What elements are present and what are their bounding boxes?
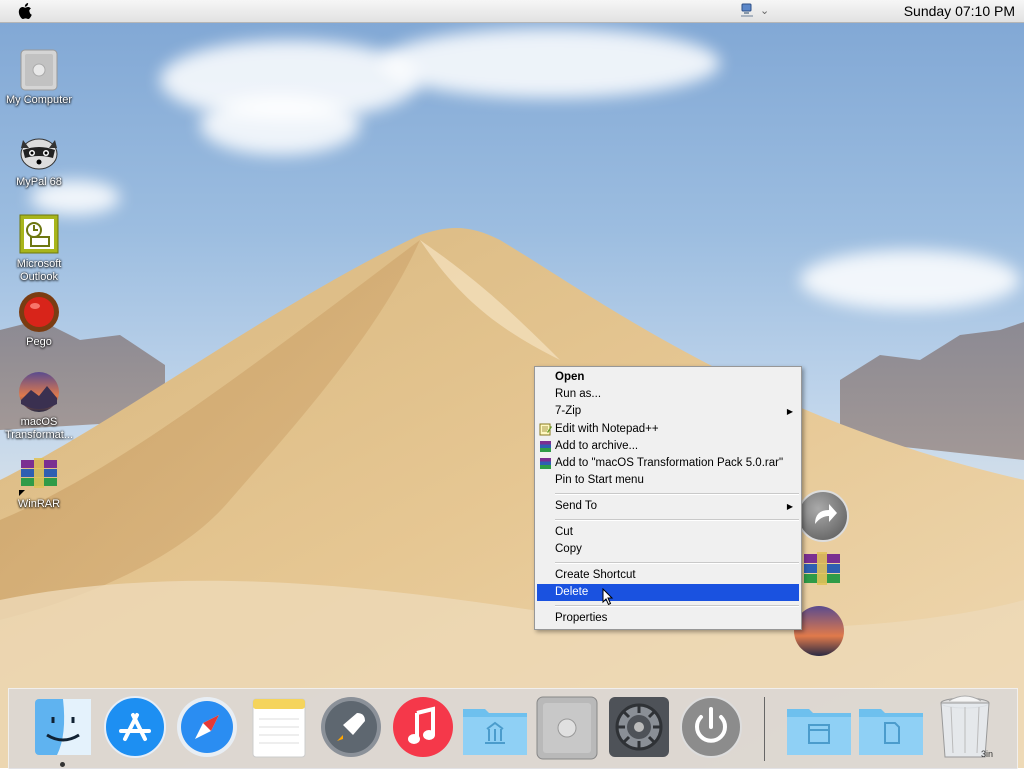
menu-separator	[555, 562, 799, 564]
safari-icon	[177, 697, 237, 757]
macos-icon	[17, 370, 61, 414]
dock-system-preferences[interactable]	[607, 695, 671, 761]
dock-applications-folder[interactable]	[461, 695, 527, 761]
applications-folder-icon	[463, 709, 527, 755]
menu-item-delete[interactable]: Delete	[537, 584, 799, 601]
dock-finder[interactable]	[31, 695, 95, 761]
winrar-icon	[17, 452, 61, 496]
dock-downloads-folder[interactable]	[857, 695, 923, 761]
menu-item-cut[interactable]: Cut	[537, 524, 799, 541]
menu-item-properties[interactable]: Properties	[537, 610, 799, 627]
dock-notes[interactable]	[247, 695, 311, 761]
menu-item-run-as[interactable]: Run as...	[537, 386, 799, 403]
computer-icon	[17, 48, 61, 92]
music-icon	[393, 697, 453, 757]
outlook-icon	[17, 212, 61, 256]
menu-item-copy[interactable]: Copy	[537, 541, 799, 558]
menu-separator	[555, 605, 799, 607]
menu-item-7zip[interactable]: 7-Zip ▶	[537, 403, 799, 420]
winrar-small-icon	[540, 458, 551, 469]
power-icon	[680, 696, 742, 758]
shortcut-arrow-icon[interactable]	[797, 490, 849, 542]
menu-separator	[555, 493, 799, 495]
dock-safari[interactable]	[175, 695, 239, 761]
winrar-small-icon	[540, 441, 551, 452]
mac-pro-icon	[536, 696, 598, 760]
dock: 3in	[8, 688, 1018, 769]
desktop-icon-outlook[interactable]: Microsoft Outlook	[1, 212, 77, 284]
dock-mac-pro[interactable]	[535, 695, 599, 761]
notepad-icon	[539, 423, 552, 436]
desktop-icon-mypal[interactable]: MyPal 68	[1, 130, 77, 189]
dock-music[interactable]	[391, 695, 455, 761]
menu-item-add-to-rar[interactable]: Add to "macOS Transformation Pack 5.0.ra…	[537, 455, 799, 472]
chevron-down-icon[interactable]: ⌄	[760, 4, 769, 17]
desktop-icon-winrar[interactable]: WinRAR	[1, 452, 77, 511]
downloads-folder-icon	[859, 709, 923, 755]
dock-separator	[764, 697, 765, 761]
menu-item-pin-start[interactable]: Pin to Start menu	[537, 472, 799, 489]
winrar-icon[interactable]	[798, 548, 846, 592]
menu-separator	[555, 519, 799, 521]
trash-label: 3in	[980, 749, 993, 759]
menu-item-open[interactable]: Open	[537, 369, 799, 386]
pego-icon	[17, 290, 61, 334]
submenu-arrow-icon: ▶	[786, 502, 793, 511]
dock-app-store[interactable]	[103, 695, 167, 761]
launchpad-icon	[321, 697, 381, 757]
context-menu: Open Run as... 7-Zip ▶ Edit with Notepad+…	[534, 366, 802, 630]
app-store-icon	[104, 696, 166, 758]
dock-trash[interactable]: 3in	[935, 695, 1003, 761]
menu-item-send-to[interactable]: Send To ▶	[537, 498, 799, 515]
menu-item-edit-notepad[interactable]: Edit with Notepad++	[537, 421, 799, 438]
menu-item-add-to-archive[interactable]: Add to archive...	[537, 438, 799, 455]
menu-bar-clock[interactable]: Sunday 07:10 PM	[904, 3, 1015, 19]
dock-documents-folder[interactable]	[785, 695, 851, 761]
notes-icon	[252, 698, 306, 758]
submenu-arrow-icon: ▶	[786, 407, 793, 416]
running-indicator	[60, 762, 65, 767]
finder-icon	[35, 699, 91, 755]
desktop-icon-macos-transformation[interactable]: macOS Transformat...	[1, 370, 77, 442]
menu-item-create-shortcut[interactable]: Create Shortcut	[537, 567, 799, 584]
network-icon[interactable]	[739, 3, 755, 19]
system-preferences-icon	[609, 697, 669, 757]
menu-bar: ⌄ Sunday 07:10 PM	[0, 0, 1024, 23]
mouse-cursor-icon	[602, 588, 614, 606]
desktop-icon-pego[interactable]: Pego	[1, 290, 77, 349]
desktop-icon-my-computer[interactable]: My Computer	[1, 48, 77, 107]
dock-power[interactable]	[679, 695, 743, 761]
dock-launchpad[interactable]	[319, 695, 383, 761]
apple-menu-icon[interactable]	[18, 2, 34, 20]
desktop-wallpaper	[0, 0, 1024, 768]
raccoon-icon	[17, 130, 61, 174]
documents-folder-icon	[787, 709, 851, 755]
